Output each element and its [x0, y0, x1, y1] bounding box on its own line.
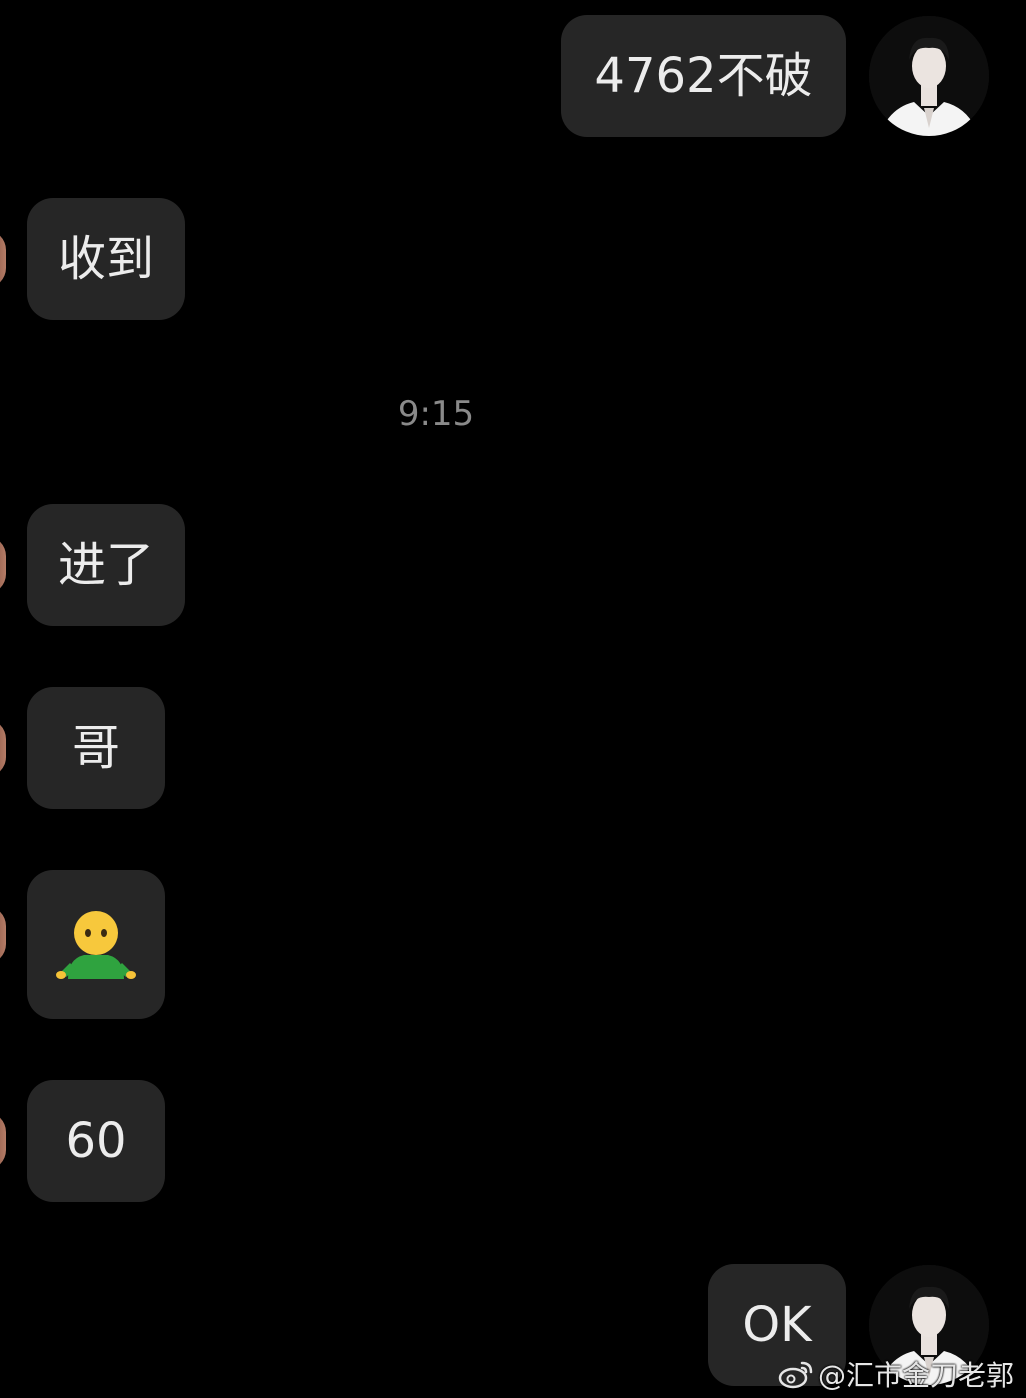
person-shrugging-emoji — [56, 910, 136, 979]
message-bubble-received[interactable]: 进了 — [27, 504, 185, 626]
message-bubble-received[interactable]: 60 — [27, 1080, 165, 1202]
message-text: 进了 — [57, 537, 154, 593]
message-bubble-received[interactable]: 收到 — [27, 198, 185, 320]
message-bubble-received[interactable]: 哥 — [27, 687, 165, 809]
message-text: 4762不破 — [594, 48, 813, 104]
avatar[interactable] — [0, 1112, 6, 1170]
avatar[interactable] — [0, 719, 6, 777]
avatar[interactable] — [0, 906, 6, 964]
avatar[interactable] — [0, 536, 6, 594]
message-text: OK — [742, 1297, 812, 1353]
avatar-photo-icon — [869, 16, 989, 136]
avatar[interactable] — [869, 16, 989, 136]
watermark: @汇市金刀老郭 — [778, 1354, 1014, 1394]
watermark-text: @汇市金刀老郭 — [817, 1359, 1014, 1392]
message-text: 60 — [65, 1113, 127, 1169]
message-bubble-sent[interactable]: 4762不破 — [561, 15, 846, 137]
message-text: 收到 — [57, 231, 154, 287]
message-text: 哥 — [71, 720, 120, 776]
avatar[interactable] — [0, 230, 6, 288]
weibo-logo-icon — [778, 1361, 813, 1389]
message-timestamp: 9:15 — [397, 394, 475, 434]
message-bubble-received[interactable] — [27, 870, 165, 1019]
